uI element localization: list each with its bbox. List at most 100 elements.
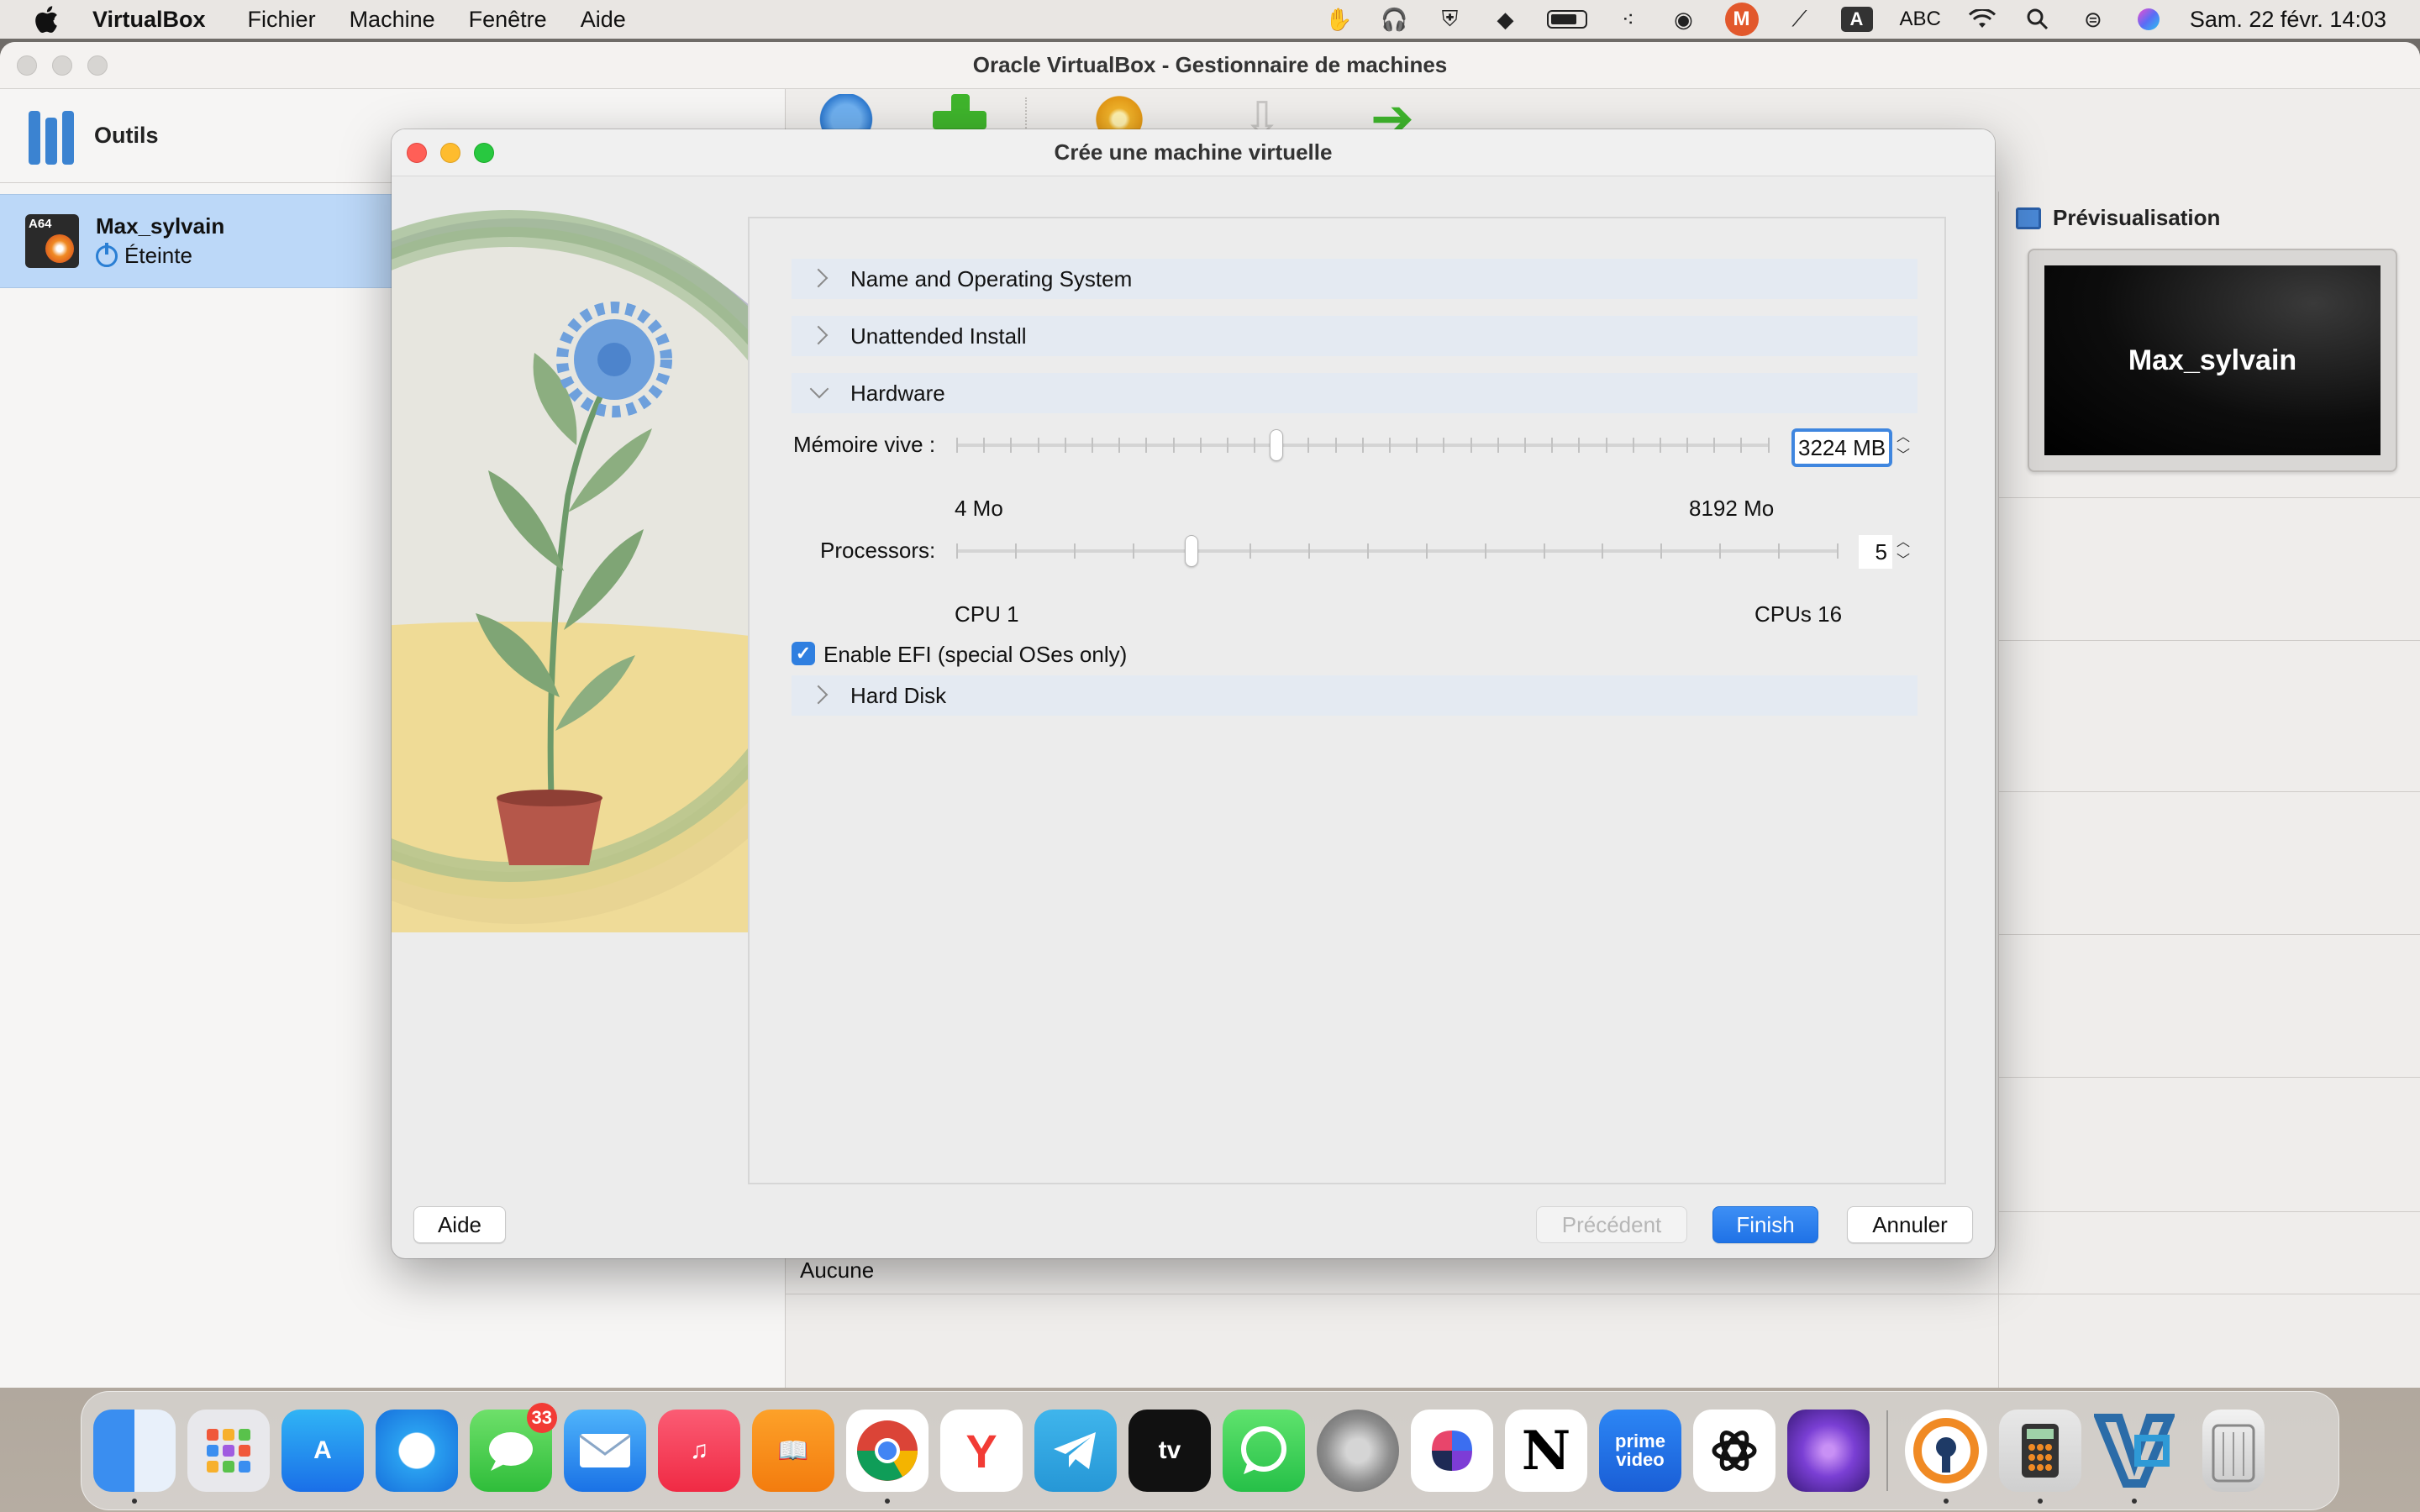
efi-label[interactable]: Enable EFI (special OSes only) — [823, 642, 1127, 668]
slider-tick — [1470, 438, 1472, 453]
slider-tick — [1740, 438, 1743, 453]
processors-max-label: CPUs 16 — [1754, 601, 1843, 627]
previous-button[interactable]: Précédent — [1536, 1206, 1687, 1243]
menu-machine[interactable]: Machine — [350, 7, 435, 33]
vm-state-label: Éteinte — [124, 243, 192, 268]
section-name-os[interactable]: Name and Operating System — [792, 259, 1918, 299]
slider-tick — [1416, 438, 1418, 453]
slider-tick — [1307, 438, 1310, 453]
slash-icon[interactable]: ⟋ — [1786, 6, 1814, 32]
details-value: Aucune — [800, 1257, 875, 1283]
minimize-button[interactable] — [52, 55, 72, 76]
menu-app-name[interactable]: VirtualBox — [92, 7, 206, 33]
clock[interactable]: Sam. 22 févr. 14:03 — [2190, 7, 2386, 33]
apple-tv-icon[interactable]: tv — [1128, 1410, 1211, 1492]
control-center-icon[interactable]: ⊜ — [2079, 7, 2107, 32]
cancel-button[interactable]: Annuler — [1847, 1206, 1973, 1243]
memory-input[interactable]: 3224 MB — [1791, 428, 1892, 467]
prime-video-label: prime video — [1615, 1431, 1665, 1470]
slider-tick — [1443, 438, 1445, 453]
cube-icon[interactable]: ◆ — [1491, 7, 1520, 32]
openvpn-icon[interactable] — [1905, 1410, 1987, 1504]
chatgpt-icon[interactable] — [1693, 1410, 1776, 1492]
dots-icon[interactable]: ⁖ — [1614, 7, 1643, 32]
slider-tick — [1308, 543, 1311, 559]
slider-tick — [1389, 438, 1391, 453]
preview-header: Prévisualisation — [2016, 205, 2220, 231]
section-hard-disk[interactable]: Hard Disk — [792, 675, 1918, 716]
headphones-icon[interactable]: 🎧 — [1381, 7, 1409, 32]
books-icon[interactable]: 📖 — [752, 1410, 834, 1492]
efi-checkbox[interactable]: ✓ — [792, 642, 815, 665]
menu-bar: VirtualBox Fichier Machine Fenêtre Aide … — [0, 0, 2420, 39]
hand-icon[interactable]: ✋ — [1325, 7, 1354, 32]
slider-tick — [956, 543, 958, 559]
dock: A 33 ♫ 📖 Y tv N prime video — [81, 1391, 2339, 1510]
stepper-down-icon[interactable]: ﹀ — [1897, 554, 1910, 569]
stepper-up-icon[interactable]: ︿ — [1897, 430, 1910, 445]
shield-icon[interactable]: ⛨ — [1436, 6, 1465, 32]
input-source-label[interactable]: ABC — [1900, 8, 1941, 31]
craft-icon[interactable] — [1411, 1410, 1493, 1492]
processors-stepper[interactable]: ︿ ﹀ — [1894, 535, 1912, 569]
dialog-close-button[interactable] — [407, 143, 427, 163]
zoom-button[interactable] — [87, 55, 108, 76]
siri-icon[interactable] — [2134, 7, 2163, 32]
m-app-icon[interactable]: M — [1724, 3, 1759, 36]
chevron-down-icon — [807, 381, 832, 406]
section-name-os-label: Name and Operating System — [850, 265, 1133, 291]
section-hardware-label: Hardware — [850, 380, 945, 406]
safari-icon[interactable] — [376, 1410, 458, 1492]
preview-vm-name: Max_sylvain — [2128, 344, 2297, 376]
tor-browser-icon[interactable] — [1787, 1410, 1870, 1492]
calculator-icon[interactable] — [1999, 1410, 2081, 1504]
battery-icon[interactable] — [1546, 10, 1587, 29]
menu-fichier[interactable]: Fichier — [248, 7, 316, 33]
create-vm-dialog: Crée une machine virtuelle Name and Oper… — [392, 129, 1995, 1258]
notion-icon[interactable]: N — [1505, 1410, 1587, 1492]
virtualbox-icon[interactable] — [2093, 1410, 2175, 1504]
telegram-icon[interactable] — [1034, 1410, 1117, 1492]
mail-icon[interactable] — [564, 1410, 646, 1492]
launchpad-icon[interactable] — [187, 1410, 270, 1492]
prime-video-icon[interactable]: prime video — [1599, 1410, 1681, 1492]
menu-fenetre[interactable]: Fenêtre — [469, 7, 547, 33]
preview-panel: Prévisualisation Max_sylvain — [1998, 192, 2420, 1388]
memory-stepper[interactable]: ︿ ﹀ — [1894, 430, 1912, 464]
processors-input[interactable]: 5 — [1859, 535, 1892, 569]
stepper-down-icon[interactable]: ﹀ — [1897, 449, 1910, 464]
dialog-zoom-button[interactable] — [474, 143, 494, 163]
app-store-icon[interactable]: A — [281, 1410, 364, 1492]
slider-tick — [1713, 438, 1716, 453]
finish-button[interactable]: Finish — [1712, 1206, 1818, 1243]
chrome-icon[interactable] — [846, 1410, 929, 1504]
section-hardware[interactable]: Hardware — [792, 373, 1918, 413]
wifi-icon[interactable] — [1968, 7, 1996, 32]
yandex-icon[interactable]: Y — [940, 1410, 1023, 1492]
messages-icon[interactable]: 33 — [470, 1403, 557, 1492]
help-button[interactable]: Aide — [413, 1206, 506, 1243]
section-unattended[interactable]: Unattended Install — [792, 316, 1918, 356]
trash-icon[interactable] — [2202, 1410, 2265, 1492]
search-icon[interactable] — [2023, 7, 2052, 32]
memory-min-label: 4 Mo — [955, 496, 1003, 521]
close-button[interactable] — [17, 55, 37, 76]
whatsapp-icon[interactable] — [1223, 1410, 1305, 1492]
memory-slider-thumb[interactable] — [1269, 429, 1283, 461]
dialog-window-controls — [407, 143, 494, 163]
slider-tick — [1014, 543, 1017, 559]
stepper-up-icon[interactable]: ︿ — [1897, 535, 1910, 550]
menu-aide[interactable]: Aide — [581, 7, 626, 33]
music-icon[interactable]: ♫ — [658, 1410, 740, 1492]
user-icon[interactable]: ◉ — [1670, 7, 1698, 32]
processors-slider-thumb[interactable] — [1185, 535, 1198, 567]
finder-icon[interactable] — [93, 1410, 176, 1504]
slider-tick — [1543, 543, 1545, 559]
system-settings-icon[interactable] — [1317, 1410, 1399, 1492]
divider — [1998, 1211, 2420, 1212]
dialog-minimize-button[interactable] — [440, 143, 460, 163]
processors-slider[interactable] — [956, 535, 1839, 567]
input-source-icon[interactable]: A — [1840, 7, 1873, 32]
apple-menu-icon[interactable] — [34, 5, 59, 34]
memory-slider[interactable] — [956, 429, 1770, 461]
